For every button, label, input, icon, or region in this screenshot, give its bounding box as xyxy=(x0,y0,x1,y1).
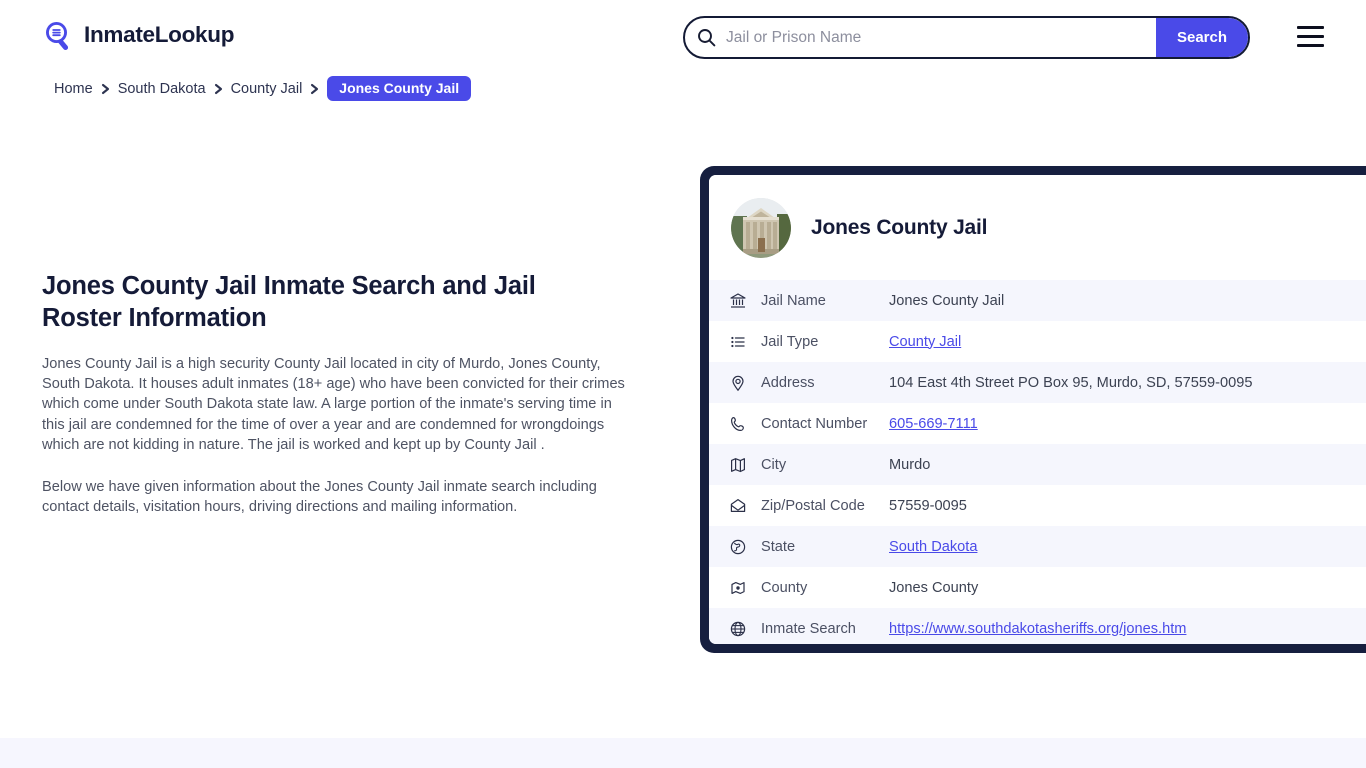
hamburger-bar xyxy=(1297,44,1324,47)
jail-card-title: Jones County Jail xyxy=(811,215,988,239)
table-row: City Murdo xyxy=(709,444,1366,485)
globe-icon xyxy=(729,538,747,556)
hamburger-bar xyxy=(1297,35,1324,38)
footer-band xyxy=(0,738,1366,768)
breadcrumb-item-south-dakota[interactable]: South Dakota xyxy=(118,81,206,97)
breadcrumb: Home South Dakota County Jail Jones Coun… xyxy=(54,76,472,101)
page-title: Jones County Jail Inmate Search and Jail… xyxy=(42,272,536,333)
jail-card-header: Jones County Jail xyxy=(709,175,1366,280)
row-label: Address xyxy=(761,374,815,391)
table-row: Address 104 East 4th Street PO Box 95, M… xyxy=(709,362,1366,403)
jail-info-card-body: Jones County Jail Jail Name Jones County… xyxy=(709,175,1366,644)
courthouse-photo xyxy=(731,197,791,258)
hamburger-bar xyxy=(1297,26,1324,29)
search-button[interactable]: Search xyxy=(1156,18,1248,57)
row-value: Jones County xyxy=(889,579,979,596)
breadcrumb-item-current: Jones County Jail xyxy=(327,76,472,101)
table-row: Zip/Postal Code 57559-0095 xyxy=(709,485,1366,526)
row-label: Inmate Search xyxy=(761,620,856,637)
row-value-link[interactable]: County Jail xyxy=(889,334,961,350)
page-root: InmateLookup Search Home South Dak xyxy=(0,0,1366,768)
row-label: Jail Type xyxy=(761,333,819,350)
breadcrumb-item-county-jail[interactable]: County Jail xyxy=(231,81,303,97)
search-input[interactable] xyxy=(716,18,1156,57)
table-row: Jail Name Jones County Jail xyxy=(709,280,1366,321)
table-row: Inmate Search https://www.southdakotashe… xyxy=(709,608,1366,644)
hamburger-menu-icon[interactable] xyxy=(1297,26,1324,47)
site-header: InmateLookup Search xyxy=(0,0,1366,75)
row-value: Jones County Jail xyxy=(889,292,1005,309)
description-paragraph-2: Below we have given information about th… xyxy=(42,479,597,516)
description-paragraph-1: Jones County Jail is a high security Cou… xyxy=(42,355,625,453)
row-value-link[interactable]: 605-669-7111 xyxy=(889,416,978,432)
world-icon xyxy=(729,620,747,638)
search-icon xyxy=(697,28,716,47)
chevron-right-icon xyxy=(310,83,319,95)
map-pin-icon xyxy=(729,374,747,392)
site-logo[interactable]: InmateLookup xyxy=(42,19,234,52)
row-value: 57559-0095 xyxy=(889,497,967,514)
row-value-link[interactable]: South Dakota xyxy=(889,539,977,555)
table-row: Contact Number 605-669-7111 xyxy=(709,403,1366,444)
county-icon xyxy=(729,579,747,597)
search-bar[interactable]: Search xyxy=(683,16,1250,59)
table-row: State South Dakota xyxy=(709,526,1366,567)
chevron-right-icon xyxy=(214,83,223,95)
map-icon xyxy=(729,456,747,474)
row-value: Murdo xyxy=(889,456,931,473)
logo-text: InmateLookup xyxy=(84,22,235,48)
envelope-icon xyxy=(729,497,747,515)
row-label: County xyxy=(761,579,808,596)
row-label: Jail Name xyxy=(761,292,826,309)
list-icon xyxy=(729,333,747,351)
row-label: State xyxy=(761,538,796,555)
table-row: County Jones County xyxy=(709,567,1366,608)
jail-info-card: Jones County Jail Jail Name Jones County… xyxy=(700,166,1366,653)
chevron-right-icon xyxy=(101,83,110,95)
row-label: Zip/Postal Code xyxy=(761,497,865,514)
breadcrumb-item-home[interactable]: Home xyxy=(54,81,93,97)
bank-icon xyxy=(729,292,747,310)
table-row: Jail Type County Jail xyxy=(709,321,1366,362)
main-content: Jones County Jail Inmate Search and Jail… xyxy=(42,270,642,518)
row-value: 104 East 4th Street PO Box 95, Murdo, SD… xyxy=(889,374,1253,391)
row-label: Contact Number xyxy=(761,415,868,432)
phone-icon xyxy=(729,415,747,433)
magnifier-list-icon xyxy=(42,19,75,52)
row-value-link[interactable]: https://www.southdakotasheriffs.org/jone… xyxy=(889,621,1186,637)
row-label: City xyxy=(761,456,787,473)
